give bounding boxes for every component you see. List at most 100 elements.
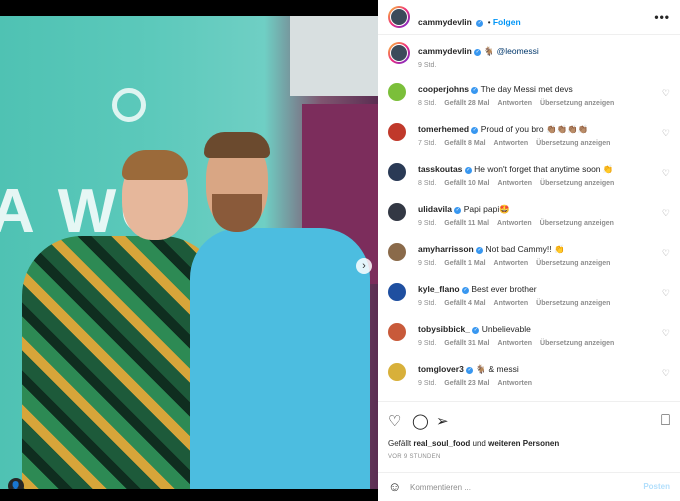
translate-button[interactable]: Übersetzung anzeigen [540,340,614,347]
comment-row: tobysibbick_ ✓ Unbelievable 9 Std. Gefällt… [378,322,680,362]
caption-username[interactable]: cammydevlin [418,46,472,56]
verified-icon: ✓ [466,367,474,374]
comment-like-icon[interactable]: ♡ [662,328,670,339]
reply-button[interactable]: Antworten [497,220,532,227]
commenter-username[interactable]: cooperjohns [418,84,469,94]
comment-text: 🐐 & messi [475,364,519,374]
reply-button[interactable]: Antworten [494,260,529,267]
translate-button[interactable]: Übersetzung anzeigen [536,300,610,307]
commenter-avatar[interactable] [388,283,406,301]
comment-row: kyle_flano ✓ Best ever brother 9 Std. Gefä… [378,282,680,322]
reply-button[interactable]: Antworten [497,340,532,347]
verified-icon: ✓ [471,87,479,94]
author-username[interactable]: cammydevlin [418,17,472,27]
commenter-username[interactable]: ulidavila [418,204,452,214]
comment-text: Not bad Cammy!! 👏 [485,244,565,254]
like-icon[interactable]: ♡ [388,412,401,430]
comment-text: Proud of you bro 👏🏽👏🏽👏🏽👏🏽 [480,124,589,134]
comment-input[interactable] [410,480,630,494]
commenter-avatar[interactable] [388,83,406,101]
reply-button[interactable]: Antworten [494,300,529,307]
comment-time: 8 Std. [418,100,437,107]
comment-time: 9 Std. [418,380,437,387]
comment-text: The day Messi met devs [480,84,573,94]
comment-likes[interactable]: Gefällt 11 Mal [444,220,489,227]
ball-graphic [112,88,146,122]
translate-button[interactable]: Übersetzung anzeigen [540,100,614,107]
ceiling [290,16,378,96]
comment-like-icon[interactable]: ♡ [662,168,670,179]
commenter-username[interactable]: amyharrisson [418,244,474,254]
post-comment-button[interactable]: Posten [643,482,670,491]
user-tag-icon[interactable]: 👤 [8,478,24,489]
commenter-avatar[interactable] [388,203,406,221]
follow-button[interactable]: Folgen [493,17,521,27]
commenter-username[interactable]: tasskoutas [418,164,462,174]
reply-button[interactable]: Antworten [494,140,529,147]
liker-username[interactable]: real_soul_food [413,439,470,448]
other-likers-link[interactable]: weiteren Personen [488,439,559,448]
save-icon[interactable]: ⎕ [661,412,670,429]
comment-likes[interactable]: Gefällt 28 Mal [444,100,489,107]
comment-likes[interactable]: Gefällt 1 Mal [444,260,485,267]
action-bar: ♡ ◯ ➢ ⎕ Gefällt real_soul_food und weite… [378,401,680,471]
comment-text: Unbelievable [481,324,531,334]
commenter-username[interactable]: kyle_flano [418,284,460,294]
commenter-avatar[interactable] [388,363,406,381]
translate-button[interactable]: Übersetzung anzeigen [536,260,610,267]
verified-icon: ✓ [454,207,462,214]
comment-likes[interactable]: Gefällt 10 Mal [444,180,489,187]
commenter-username[interactable]: tomglover3 [418,364,464,374]
verified-icon: ✓ [461,287,469,294]
translate-button[interactable]: Übersetzung anzeigen [536,140,610,147]
post-sidebar: cammydevlin ✓ • Folgen ••• cammydevlin ✓… [378,0,680,501]
commenter-avatar[interactable] [388,123,406,141]
commenter-username[interactable]: tomerhemed [418,124,469,134]
comment-time: 9 Std. [418,260,437,267]
comment-likes[interactable]: Gefällt 4 Mal [444,300,485,307]
mention-link[interactable]: @leomessi [497,46,539,56]
post-photo[interactable]: A WO › ••• 👤 [0,16,378,489]
more-options-icon[interactable]: ••• [654,10,670,24]
comment-time: 7 Std. [418,140,437,147]
verified-icon: ✓ [464,167,472,174]
comment-likes[interactable]: Gefällt 8 Mal [444,140,485,147]
emoji-icon[interactable]: ☺ [388,479,401,494]
comment-like-icon[interactable]: ♡ [662,248,670,259]
comment-time: 8 Std. [418,180,437,187]
verified-icon: ✓ [471,127,479,134]
comment-row: ulidavila ✓ Papi papi🤩 9 Std. Gefällt 11 M… [378,202,680,242]
reply-button[interactable]: Antworten [497,380,532,387]
post-header: cammydevlin ✓ • Folgen ••• [378,0,680,35]
comment-row: tasskoutas ✓ He won't forget that anytim… [378,162,680,202]
comment-like-icon[interactable]: ♡ [662,88,670,99]
comment-like-icon[interactable]: ♡ [662,288,670,299]
comment-text: Papi papi🤩 [463,204,510,214]
comment-row: amyharrisson ✓ Not bad Cammy!! 👏 9 Std. Ge… [378,242,680,282]
author-avatar[interactable] [388,6,410,28]
reply-button[interactable]: Antworten [497,180,532,187]
post-modal: A WO › ••• 👤 cammydevlin ✓ • Folgen ••• [0,0,680,501]
comment-time: 9 Std. [418,340,437,347]
comment-likes[interactable]: Gefällt 23 Mal [444,380,489,387]
caption-avatar[interactable] [388,42,410,64]
comment-likes[interactable]: Gefällt 31 Mal [444,340,489,347]
translate-button[interactable]: Übersetzung anzeigen [540,220,614,227]
verified-icon: ✓ [472,327,480,334]
translate-button[interactable]: Übersetzung anzeigen [540,180,614,187]
comment-like-icon[interactable]: ♡ [662,208,670,219]
commenter-avatar[interactable] [388,323,406,341]
player-right [190,132,370,489]
comment-like-icon[interactable]: ♡ [662,368,670,379]
comment-icon[interactable]: ◯ [412,412,429,430]
comment-like-icon[interactable]: ♡ [662,128,670,139]
comment-row: tomerhemed ✓ Proud of you bro 👏🏽👏🏽👏🏽👏🏽 7 … [378,122,680,162]
commenter-avatar[interactable] [388,163,406,181]
commenter-avatar[interactable] [388,243,406,261]
commenter-username[interactable]: tobysibbick_ [418,324,470,334]
reply-button[interactable]: Antworten [497,100,532,107]
share-icon[interactable]: ➢ [436,412,449,430]
post-age: VOR 9 STUNDEN [388,454,441,460]
next-slide-button[interactable]: › [356,258,372,274]
likes-summary: Gefällt real_soul_food und weiteren Pers… [388,439,560,448]
